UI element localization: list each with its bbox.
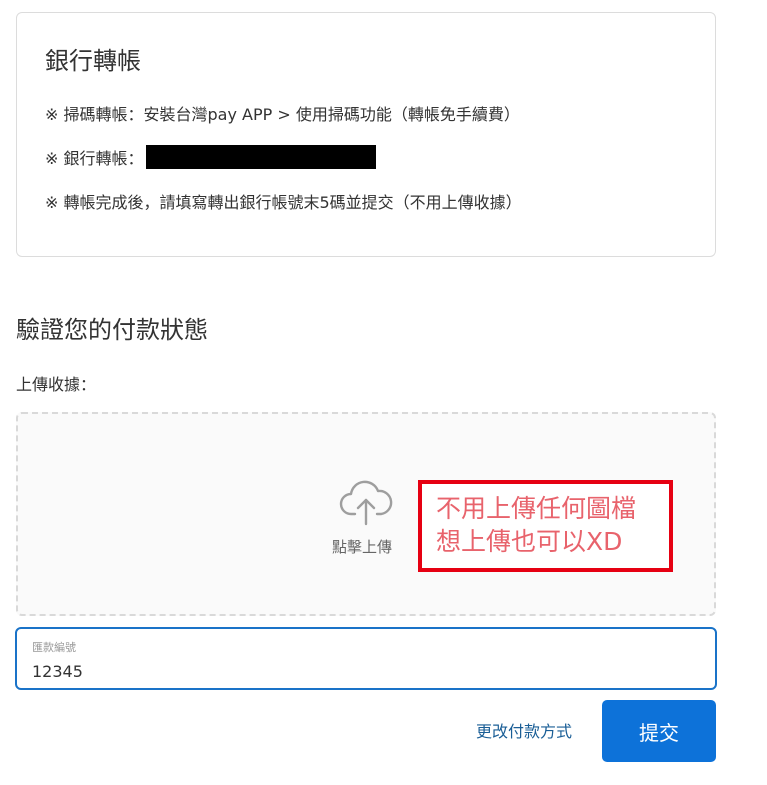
annotation-line-1: 不用上傳任何圖檔 <box>436 494 637 523</box>
bank-account-label: ※ 銀行轉帳： <box>45 149 144 168</box>
verify-payment-title: 驗證您的付款狀態 <box>16 316 208 344</box>
bank-transfer-title: 銀行轉帳 <box>45 47 141 75</box>
bank-transfer-card: 銀行轉帳 ※ 掃碼轉帳：安裝台灣pay APP > 使用掃碼功能（轉帳免手續費）… <box>16 12 716 257</box>
change-payment-method-link[interactable]: 更改付款方式 <box>476 718 572 742</box>
remittance-number-input[interactable] <box>32 659 692 683</box>
remittance-number-label: 匯款編號 <box>32 641 76 654</box>
redacted-account-number <box>145 145 376 169</box>
annotation-callout: 不用上傳任何圖檔 想上傳也可以XD <box>418 480 673 572</box>
remittance-number-field[interactable]: 匯款編號 <box>15 627 717 690</box>
post-transfer-instruction: ※ 轉帳完成後，請填寫轉出銀行帳號末5碼並提交（不用上傳收據） <box>45 193 522 212</box>
cloud-upload-icon <box>339 480 393 526</box>
annotation-line-2: 想上傳也可以XD <box>436 527 623 556</box>
upload-receipt-label: 上傳收據： <box>16 375 97 394</box>
bank-account-instruction: ※ 銀行轉帳： <box>45 145 376 169</box>
submit-button[interactable]: 提交 <box>602 700 716 762</box>
click-to-upload-label: 點擊上傳 <box>332 538 393 556</box>
qr-transfer-instruction: ※ 掃碼轉帳：安裝台灣pay APP > 使用掃碼功能（轉帳免手續費） <box>45 105 520 124</box>
